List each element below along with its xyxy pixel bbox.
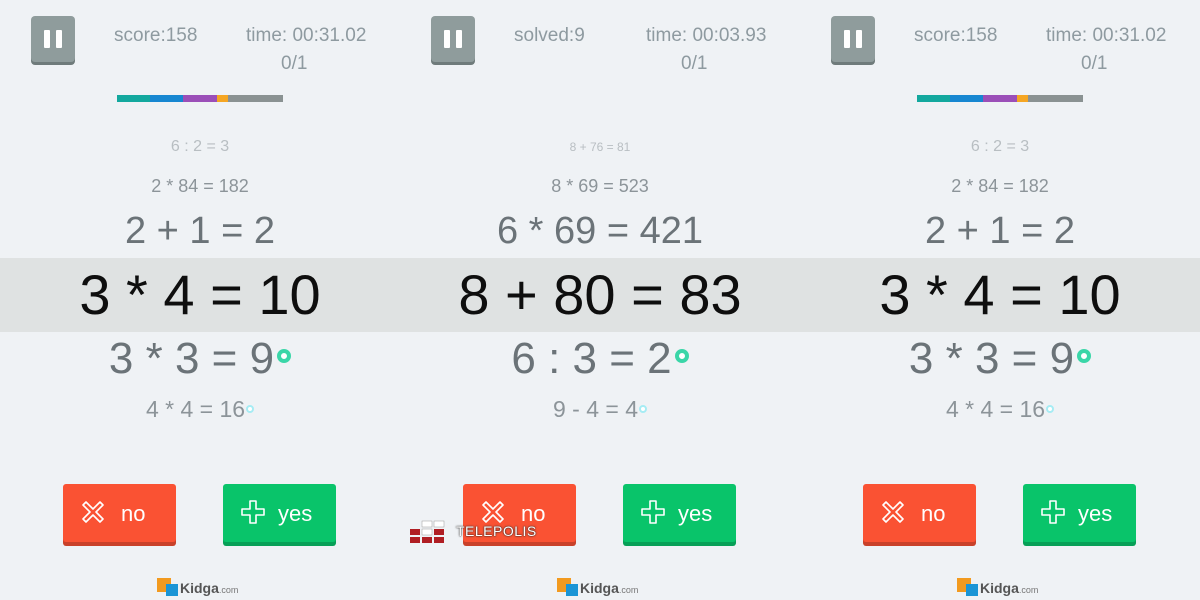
equation-current: 3 * 4 = 10: [879, 263, 1121, 326]
plus-outline-icon: [641, 500, 665, 524]
plus-outline-icon: [1041, 500, 1065, 524]
progress-segment: [917, 95, 951, 102]
yes-button-label: yes: [278, 501, 313, 526]
attempt-counter: 0/1: [1081, 53, 1108, 74]
x-outline-icon: [882, 501, 904, 523]
yes-button[interactable]: yes: [623, 484, 736, 542]
progress-segment: [950, 95, 984, 102]
x-outline-icon: [82, 501, 104, 523]
circle-marker-icon: [639, 404, 648, 413]
attempt-counter: 0/1: [681, 53, 708, 74]
equation-next-1: 3 * 3 = 9: [800, 334, 1200, 384]
equation-next-1-text: 6 : 3 = 2: [511, 334, 672, 383]
no-button[interactable]: no: [863, 484, 976, 542]
equation-previous-2: 8 * 69 = 523: [551, 176, 649, 196]
timer-label: time: 00:31.02: [1046, 25, 1167, 46]
logo-domain: .com: [1018, 585, 1039, 595]
equation-next-1: 6 : 3 = 2: [400, 334, 800, 384]
kidga-logo: Kidga.com: [557, 577, 647, 599]
attempt-counter: 0/1: [281, 53, 308, 74]
timer-label: time: 00:03.93: [646, 25, 767, 46]
solved-label: solved:9: [514, 25, 585, 46]
yes-button[interactable]: yes: [223, 484, 336, 542]
equation-current: 3 * 4 = 10: [79, 263, 321, 326]
logo-domain: .com: [218, 585, 239, 595]
progress-segment: [1028, 95, 1083, 102]
equation-next-2: 4 * 4 = 16: [0, 396, 400, 423]
equation-next-1-text: 3 * 3 = 9: [908, 334, 1075, 383]
progress-segment: [983, 95, 1017, 102]
equation-next-1-text: 3 * 3 = 9: [108, 334, 275, 383]
kidga-logo: Kidga.com: [157, 577, 247, 599]
pause-icon: [444, 30, 450, 48]
equation-previous-1: 2 + 1 = 2: [924, 210, 1075, 252]
progress-segment: [183, 95, 217, 102]
no-button-label: no: [921, 501, 946, 526]
equation-previous-3: 8 + 76 = 81: [569, 140, 631, 154]
pause-button[interactable]: [31, 16, 75, 62]
progress-segment: [150, 95, 184, 102]
game-panel-3: score:158 time: 00:31.02 0/1 6 : 2 = 3 2…: [800, 0, 1200, 600]
equation-next-2-text: 9 - 4 = 4: [552, 396, 639, 422]
circle-marker-icon: [674, 349, 689, 364]
equation-next-2: 9 - 4 = 4: [400, 396, 800, 423]
watermark-text: TELEPOLIS: [456, 523, 537, 539]
equation-previous-1: 2 + 1 = 2: [124, 210, 275, 252]
pause-icon: [44, 30, 50, 48]
progress-bar: [117, 95, 283, 102]
progress-segment: [216, 95, 229, 102]
game-panel-1: score:158 time: 00:31.02 0/1 6 : 2 = 3 2…: [0, 0, 400, 600]
equation-next-2-text: 4 * 4 = 16: [145, 396, 246, 422]
equation-previous-1: 6 * 69 = 421: [496, 210, 703, 252]
equation-previous-3: 6 : 2 = 3: [970, 138, 1030, 155]
progress-segment: [228, 95, 283, 102]
score-label: score:158: [914, 25, 998, 46]
plus-outline-icon: [241, 500, 265, 524]
no-button-label: no: [121, 501, 146, 526]
score-label: score:158: [114, 25, 198, 46]
circle-marker-icon: [277, 349, 292, 364]
no-button[interactable]: no: [63, 484, 176, 542]
yes-button[interactable]: yes: [1023, 484, 1136, 542]
telepolis-logo-icon: [410, 520, 445, 543]
progress-bar: [917, 95, 1083, 102]
pause-button[interactable]: [831, 16, 875, 62]
circle-marker-icon: [1077, 349, 1092, 364]
timer-label: time: 00:31.02: [246, 25, 367, 46]
equation-current: 8 + 80 = 83: [458, 263, 742, 326]
game-panel-2: solved:9 time: 00:03.93 0/1 8 + 76 = 81 …: [400, 0, 800, 600]
logo-text: Kidga: [580, 580, 619, 596]
progress-segment: [1016, 95, 1029, 102]
yes-button-label: yes: [678, 501, 713, 526]
kidga-logo: Kidga.com: [957, 577, 1047, 599]
progress-segment: [117, 95, 151, 102]
yes-button-label: yes: [1078, 501, 1113, 526]
logo-domain: .com: [618, 585, 639, 595]
logo-text: Kidga: [180, 580, 219, 596]
pause-button[interactable]: [431, 16, 475, 62]
telepolis-watermark: TELEPOLIS: [410, 517, 540, 547]
equation-previous-2: 2 * 84 = 182: [951, 176, 1049, 196]
logo-text: Kidga: [980, 580, 1019, 596]
equation-previous-2: 2 * 84 = 182: [151, 176, 249, 196]
equation-previous-3: 6 : 2 = 3: [170, 138, 230, 155]
circle-marker-icon: [1046, 404, 1055, 413]
equation-next-2-text: 4 * 4 = 16: [945, 396, 1046, 422]
pause-icon: [844, 30, 850, 48]
equation-next-1: 3 * 3 = 9: [0, 334, 400, 384]
circle-marker-icon: [246, 404, 255, 413]
equation-next-2: 4 * 4 = 16: [800, 396, 1200, 423]
